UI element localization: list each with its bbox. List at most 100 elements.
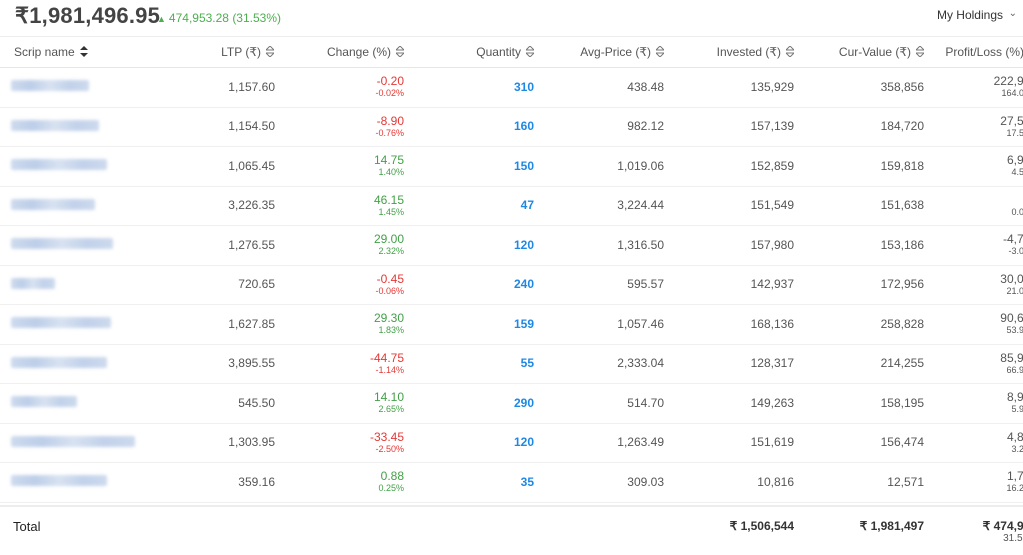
cur-value-value: 184,720 [880,119,924,134]
change-cell: -44.75 -1.14% [274,344,404,384]
avg-price-cell: 595.57 [534,265,664,305]
profit-loss-value: 27,581 [1000,113,1023,128]
table-row[interactable]: 359.160.880.25%35309.0310,81612,5711,755… [0,462,1023,503]
profit-loss-cell: 30,01921.00% [924,265,1023,305]
profit-loss-value: 90,692 [1000,311,1023,326]
scrip-name-cell[interactable] [0,462,144,503]
column-header-profit-loss[interactable]: Profit/Loss (%) [924,37,1023,68]
change-pct: -1.14% [375,364,404,375]
change-cell: 46.15 1.45% [274,186,404,226]
totals-label: Total [13,518,41,534]
change-value: 46.15 [373,192,404,207]
ltp-cell: 3,226.35 [144,186,275,226]
cur-value-cell: 172,956 [794,265,924,305]
totals-row: Total ₹ 1,506,544 ₹ 1,981,497 ₹ 474,9533… [0,506,1023,555]
scrip-name-cell[interactable] [0,265,144,305]
cur-value-value: 156,474 [880,435,924,450]
total-profit-loss: ₹ 474,95331.53% [924,506,1023,555]
profit-loss-pct: 21.00% [1006,285,1023,296]
scrip-name-cell[interactable] [0,304,144,345]
ltp-value: 1,627.85 [228,316,275,331]
change-value: -0.45 [376,271,404,286]
table-row[interactable]: 3,895.55 -44.75 -1.14% 55 2,333.04 128,317 214… [0,344,1023,384]
avg-price-value: 982.12 [627,119,664,134]
quantity-value: 55 [520,356,534,371]
avg-price-cell: 2,333.04 [534,344,664,384]
table-row[interactable]: 1,276.55 29.00 2.32% 120 1,316.50 157,980 153,… [0,225,1023,266]
sort-icon [526,46,534,57]
scrip-name-cell[interactable] [0,146,144,187]
column-header-scrip-name[interactable]: Scrip name [0,37,144,68]
invested-cell: 152,859 [664,146,794,187]
ltp-value: 359.16 [238,474,275,489]
table-row[interactable]: 1,303.95 -33.45 -2.50% 120 1,263.49 151,619 15… [0,423,1023,463]
quantity-cell: 55 [404,344,534,384]
table-row[interactable]: 3,226.35 46.15 1.45% 47 3,224.44 151,549 151,6… [0,186,1023,226]
sort-icon [266,46,274,57]
avg-price-value: 2,333.04 [617,356,664,371]
table-row[interactable]: 1,154.50 -8.90 -0.76% 160 982.12 157,139 184,7… [0,107,1023,147]
ltp-cell: 1,303.95 [144,423,275,463]
table-row[interactable]: 545.50 14.10 2.65% 290 514.70 149,263 158,195 8… [0,383,1023,424]
column-header-change[interactable]: Change (%) [274,37,404,68]
day-gain-value: 474,953.28 (31.53%) [168,11,282,25]
change-pct: 1.40% [378,167,404,178]
table-row[interactable]: 1,157.60 -0.20 -0.02% 310 438.48 135,929 358,8… [0,67,1023,108]
profit-loss-pct: 5.98% [1011,404,1023,415]
change-cell: -0.45 -0.06% [274,265,404,305]
change-cell: 14.10 2.65% [274,383,404,424]
avg-price-value: 3,224.44 [617,198,664,213]
invested-value: 10,816 [757,474,794,489]
cur-value-cell: 184,720 [794,107,924,147]
quantity-cell: 159 [404,304,534,345]
scrip-name-cell[interactable] [0,344,144,384]
sort-icon [916,46,924,57]
avg-price-cell: 982.12 [534,107,664,147]
ltp-value: 1,157.60 [228,79,275,94]
table-row[interactable]: 1,627.85 29.30 1.83% 159 1,057.46 168,136 258,… [0,304,1023,345]
invested-value: 142,937 [750,277,794,292]
invested-cell: 149,263 [664,383,794,424]
avg-price-value: 309.03 [627,474,664,489]
column-header-ltp[interactable]: LTP (₹) [144,37,274,68]
scrip-name-cell[interactable] [0,107,144,147]
change-value: -44.75 [369,350,404,365]
column-header-cur-value[interactable]: Cur-Value (₹) [794,37,924,68]
avg-price-value: 438.48 [627,79,664,94]
table-row[interactable]: 720.65 -0.45 -0.06% 240 595.57 142,937 172,956… [0,265,1023,305]
column-header-quantity[interactable]: Quantity [404,37,534,68]
profit-loss-value: 222,927 [993,74,1023,89]
avg-price-cell: 1,263.49 [534,423,664,463]
column-header-invested[interactable]: Invested (₹) [664,37,794,68]
change-pct: 0.25% [378,483,404,494]
profit-loss-value: 85,938 [1000,350,1023,365]
cur-value-cell: 159,818 [794,146,924,187]
holdings-menu[interactable]: My Holdings ⌄ [937,8,1017,22]
change-pct: 1.83% [378,325,404,336]
scrip-name-cell[interactable] [0,186,144,226]
quantity-value: 290 [513,395,534,410]
avg-price-value: 1,019.06 [617,158,664,173]
ltp-cell: 1,627.85 [144,304,275,345]
scrip-name-cell[interactable] [0,423,144,463]
invested-value: 151,549 [750,198,794,213]
change-cell: 0.88 0.25% [274,462,404,503]
cur-value-value: 172,956 [880,277,924,292]
quantity-cell: 160 [404,107,534,147]
change-pct: 2.32% [378,246,404,257]
ltp-cell: 1,157.60 [144,67,275,108]
cur-value-value: 158,195 [880,395,924,410]
scrip-name-cell[interactable] [0,67,144,108]
sort-icon [396,46,404,57]
quantity-cell: 47 [404,186,534,226]
column-header-label: Avg-Price (₹) [580,45,651,59]
avg-price-cell: 438.48 [534,67,664,108]
scrip-name-redacted [11,159,107,171]
cur-value-cell: 214,255 [794,344,924,384]
scrip-name-cell[interactable] [0,225,144,266]
scrip-name-cell[interactable] [0,383,144,424]
quantity-value: 310 [513,79,534,94]
change-pct: -0.76% [375,127,404,138]
column-header-avg-price[interactable]: Avg-Price (₹) [534,37,664,68]
table-row[interactable]: 1,065.45 14.75 1.40% 150 1,019.06 152,859 159,… [0,146,1023,187]
